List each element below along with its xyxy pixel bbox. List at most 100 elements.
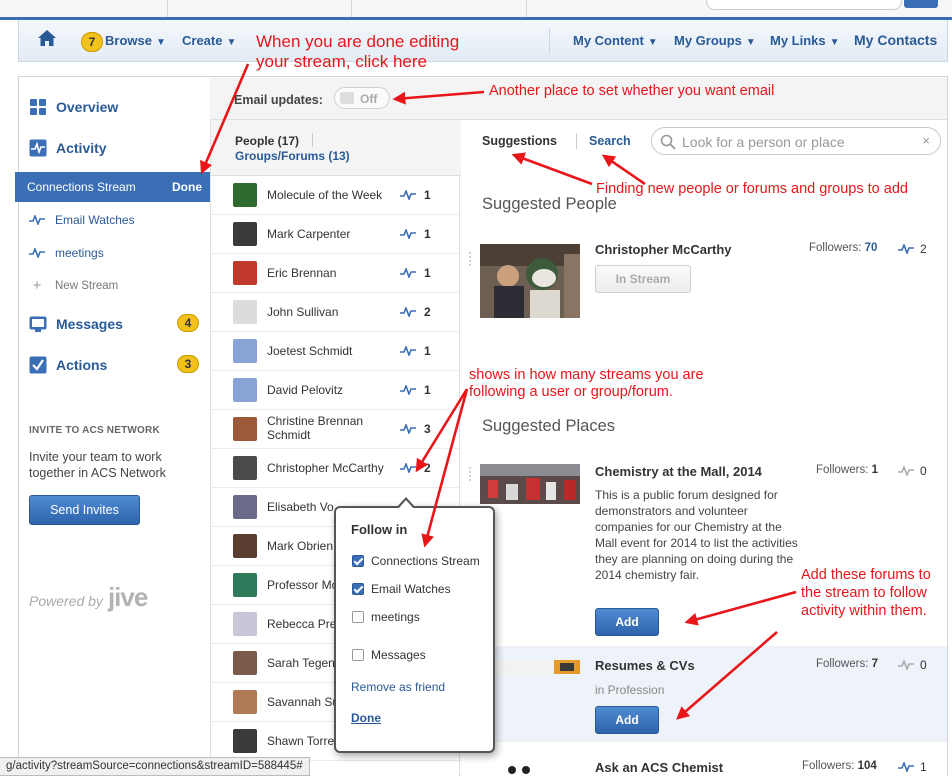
popup-done-link[interactable]: Done — [351, 711, 381, 725]
people-list-item[interactable]: Mark Carpenter 1 — [211, 215, 461, 254]
checkbox-unchecked[interactable] — [352, 611, 364, 623]
followers-value[interactable]: 104 — [858, 760, 877, 772]
checkbox-checked[interactable] — [352, 583, 364, 595]
sidebar-item-email-watches[interactable]: Email Watches — [29, 213, 135, 227]
stream-count[interactable]: 1 — [424, 383, 431, 397]
stream-icon[interactable] — [400, 424, 416, 434]
follow-option-messages[interactable]: Messages — [352, 648, 426, 662]
tab-search[interactable]: Search — [589, 134, 631, 148]
sidebar-item-meetings[interactable]: meetings — [29, 246, 104, 260]
avatar[interactable] — [233, 222, 257, 246]
global-search-button[interactable] — [904, 0, 938, 8]
global-search-input[interactable] — [706, 0, 902, 10]
suggested-place-name[interactable]: Chemistry at the Mall, 2014 — [595, 464, 762, 479]
avatar[interactable] — [233, 729, 257, 753]
people-list-item[interactable]: Christine Brennan Schmidt 3 — [211, 410, 461, 449]
avatar[interactable] — [233, 183, 257, 207]
sidebar-item-new-stream[interactable]: + New Stream — [29, 277, 119, 294]
avatar[interactable] — [233, 378, 257, 402]
sidebar-item-overview[interactable]: Overview — [29, 98, 118, 116]
done-button[interactable]: Done — [172, 180, 202, 194]
avatar[interactable] — [233, 573, 257, 597]
people-search-input[interactable]: Look for a person or place × — [651, 127, 941, 155]
avatar[interactable] — [233, 417, 257, 441]
followers-value[interactable]: 7 — [872, 658, 878, 670]
avatar[interactable] — [233, 261, 257, 285]
avatar[interactable] — [233, 612, 257, 636]
stream-count[interactable]: 1 — [424, 344, 431, 358]
people-list-item[interactable]: John Sullivan 2 — [211, 293, 461, 332]
tab-people[interactable]: People (17) — [235, 134, 299, 148]
people-list-item[interactable]: Christopher McCarthy 2 — [211, 449, 461, 488]
nav-my-content[interactable]: My Content ▼ — [573, 33, 658, 48]
add-button[interactable]: Add — [595, 608, 659, 636]
person-name[interactable]: Molecule of the Week — [267, 188, 407, 202]
checkbox-unchecked[interactable] — [352, 649, 364, 661]
checkbox-checked[interactable] — [352, 555, 364, 567]
in-stream-button[interactable]: In Stream — [595, 265, 691, 293]
avatar[interactable] — [233, 456, 257, 480]
nav-create[interactable]: Create ▼ — [182, 33, 236, 48]
suggested-place-name[interactable]: Resumes & CVs — [595, 658, 695, 673]
suggested-person-name[interactable]: Christopher McCarthy — [595, 242, 732, 257]
person-name[interactable]: John Sullivan — [267, 305, 407, 319]
sidebar-item-connections-stream[interactable]: Connections Stream Done — [15, 172, 222, 202]
drag-handle[interactable] — [468, 251, 472, 267]
person-name[interactable]: Christopher McCarthy — [267, 461, 407, 475]
avatar[interactable] — [233, 339, 257, 363]
avatar[interactable] — [233, 690, 257, 714]
people-list-item[interactable]: Joetest Schmidt 1 — [211, 332, 461, 371]
stream-icon[interactable] — [400, 190, 416, 200]
stream-count[interactable]: 2 — [424, 305, 431, 319]
suggested-place-name[interactable]: Ask an ACS Chemist — [595, 760, 723, 775]
stream-count[interactable]: 1 — [424, 266, 431, 280]
stream-icon[interactable] — [400, 385, 416, 395]
follow-option-connections-stream[interactable]: Connections Stream — [352, 554, 480, 568]
avatar[interactable] — [233, 300, 257, 324]
avatar[interactable] — [233, 651, 257, 675]
nav-my-links[interactable]: My Links ▼ — [770, 33, 840, 48]
follow-option-meetings[interactable]: meetings — [352, 610, 420, 624]
stream-count[interactable]: 1 — [424, 227, 431, 241]
people-list-item[interactable]: Eric Brennan 1 — [211, 254, 461, 293]
sidebar-item-activity[interactable]: Activity — [29, 139, 107, 157]
followers-value[interactable]: 70 — [865, 242, 878, 254]
top-tab[interactable] — [0, 0, 168, 17]
place-category[interactable]: in Profession — [595, 683, 664, 697]
stream-icon[interactable] — [400, 346, 416, 356]
top-tab[interactable] — [168, 0, 352, 17]
people-list-item[interactable]: David Pelovitz 1 — [211, 371, 461, 410]
avatar[interactable] — [233, 534, 257, 558]
tab-groups-forums[interactable]: Groups/Forums (13) — [235, 149, 350, 163]
notification-badge[interactable]: 7 — [81, 32, 103, 52]
nav-my-contacts[interactable]: My Contacts — [854, 32, 937, 48]
person-name[interactable]: Eric Brennan — [267, 266, 407, 280]
sidebar-item-messages[interactable]: Messages — [29, 315, 123, 333]
nav-browse[interactable]: Browse ▼ — [105, 33, 166, 48]
stream-icon[interactable] — [400, 307, 416, 317]
remove-friend-link[interactable]: Remove as friend — [351, 680, 445, 694]
stream-icon[interactable] — [400, 463, 416, 473]
stream-count[interactable]: 2 — [424, 461, 431, 475]
powered-by[interactable]: Powered by jive — [29, 582, 148, 613]
clear-icon[interactable]: × — [922, 133, 930, 148]
stream-icon[interactable] — [400, 229, 416, 239]
top-tab[interactable] — [352, 0, 527, 17]
stream-count[interactable]: 3 — [424, 422, 431, 436]
sidebar-item-actions[interactable]: Actions — [29, 356, 107, 374]
follow-option-email-watches[interactable]: Email Watches — [352, 582, 451, 596]
add-button[interactable]: Add — [595, 706, 659, 734]
avatar[interactable] — [233, 495, 257, 519]
person-name[interactable]: David Pelovitz — [267, 383, 407, 397]
send-invites-button[interactable]: Send Invites — [29, 495, 140, 525]
home-icon[interactable] — [37, 28, 57, 48]
person-name[interactable]: Christine Brennan Schmidt — [267, 414, 407, 442]
email-updates-toggle[interactable]: Off — [334, 87, 390, 109]
stream-count[interactable]: 1 — [424, 188, 431, 202]
followers-value[interactable]: 1 — [872, 464, 878, 476]
people-list-item[interactable]: Molecule of the Week 1 — [211, 176, 461, 215]
person-name[interactable]: Mark Carpenter — [267, 227, 407, 241]
person-name[interactable]: Joetest Schmidt — [267, 344, 407, 358]
drag-handle[interactable] — [468, 466, 472, 482]
nav-my-groups[interactable]: My Groups ▼ — [674, 33, 756, 48]
